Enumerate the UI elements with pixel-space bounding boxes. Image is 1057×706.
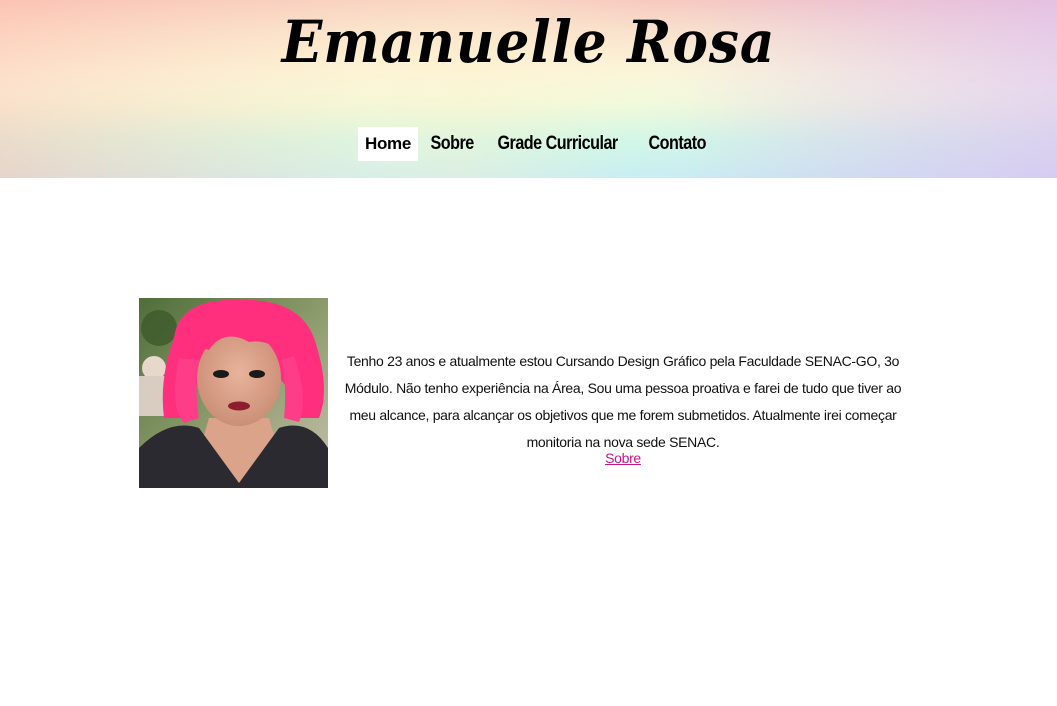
nav-sobre[interactable]: Sobre <box>422 127 482 161</box>
sobre-link[interactable]: Sobre <box>590 450 656 466</box>
header-banner: Emanuelle Rosa Home Sobre Grade Curricul… <box>0 0 1057 178</box>
intro-paragraph: Tenho 23 anos e atualmente estou Cursand… <box>344 353 902 450</box>
portrait-illustration <box>139 298 328 488</box>
main-nav: Home Sobre Grade Curricular Contato <box>358 127 728 161</box>
site-title: Emanuelle Rosa <box>281 8 776 76</box>
profile-photo <box>139 298 328 488</box>
nav-grade-curricular[interactable]: Grade Curricular <box>489 127 626 161</box>
nav-home[interactable]: Home <box>358 127 418 161</box>
nav-contato[interactable]: Contato <box>640 127 714 161</box>
